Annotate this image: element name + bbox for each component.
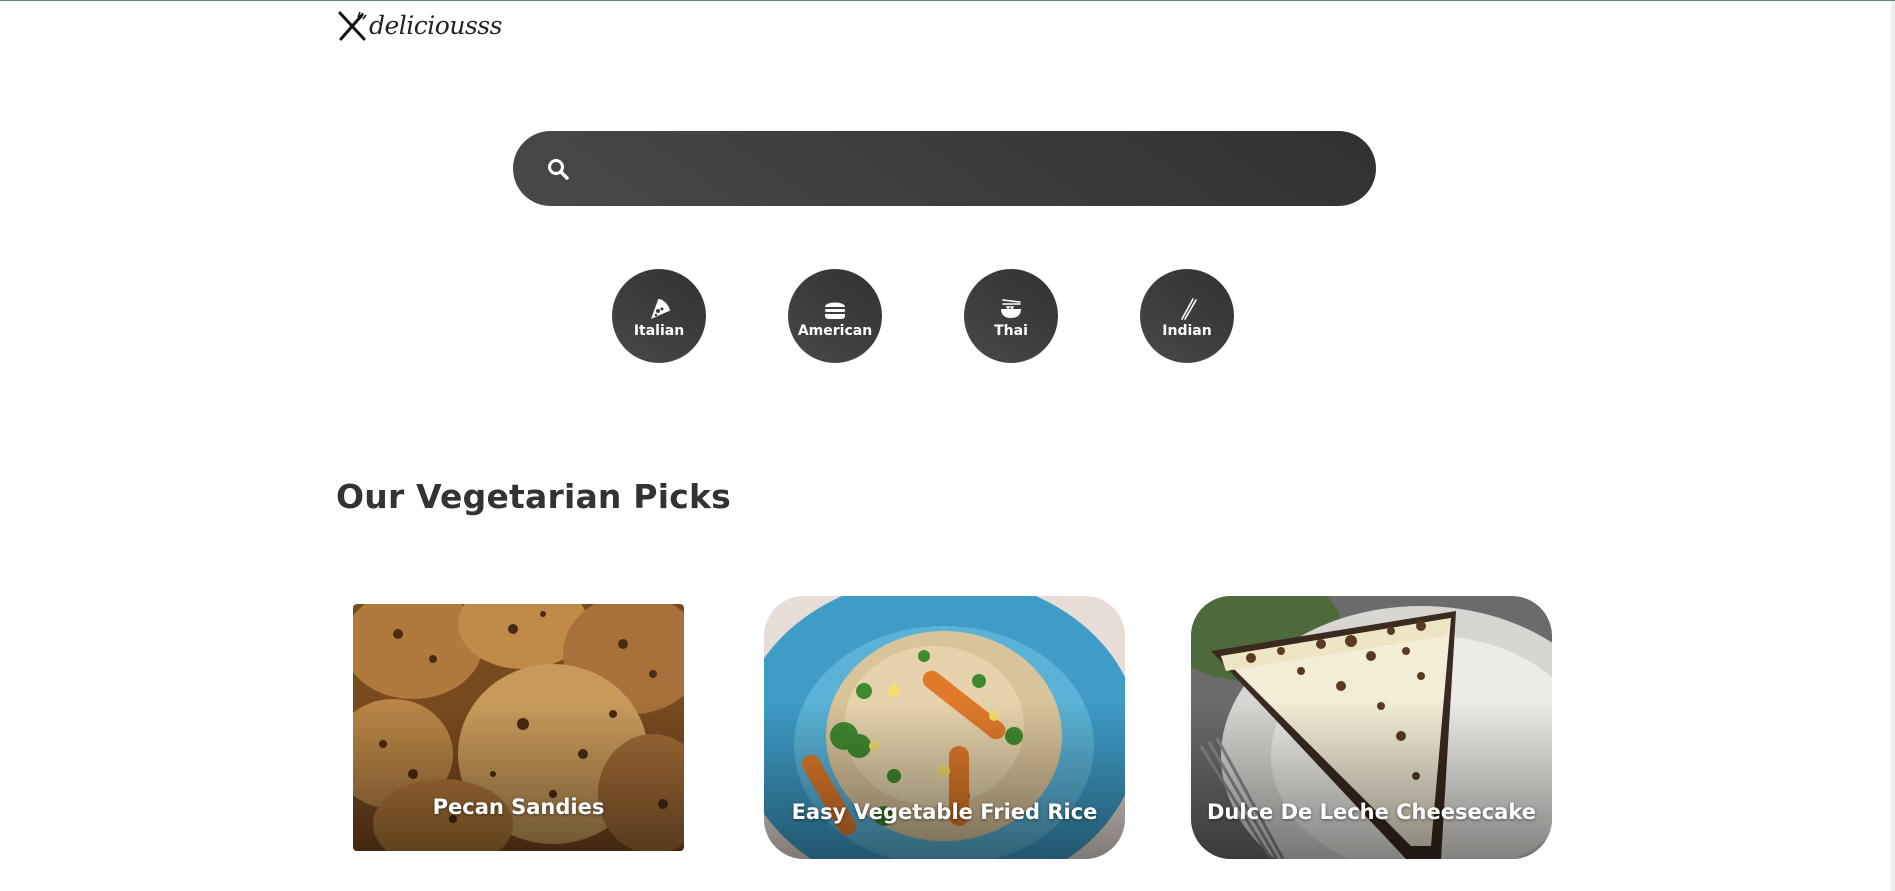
category-label: American (797, 323, 873, 339)
page: deliciousss Italian American Thai Indian… (0, 0, 1895, 891)
search-icon (548, 158, 569, 180)
recipe-title: Dulce De Leche Cheesecake (1207, 800, 1536, 824)
category-list: Italian American Thai Indian (612, 269, 1234, 363)
recipe-card[interactable]: Pecan Sandies (353, 604, 684, 851)
image-overlay (353, 702, 684, 851)
section-title: Our Vegetarian Picks (336, 477, 731, 516)
chopsticks-icon (1181, 298, 1197, 320)
logo-text: deliciousss (369, 11, 502, 40)
category-label: Italian (633, 323, 685, 339)
scrollbar[interactable] (1891, 1, 1895, 891)
logo-link[interactable]: deliciousss (336, 10, 502, 42)
pizza-icon (651, 298, 671, 319)
hamburger-icon (825, 302, 845, 319)
fork-knife-icon (338, 11, 367, 41)
category-indian[interactable]: Indian (1140, 269, 1234, 363)
category-italian[interactable]: Italian (612, 269, 706, 363)
category-label: Indian (1162, 323, 1212, 339)
recipe-card[interactable]: Easy Vegetable Fried Rice (764, 596, 1125, 859)
category-thai[interactable]: Thai (964, 269, 1058, 363)
search-input[interactable] (570, 131, 1376, 206)
image-overlay (764, 701, 1125, 859)
category-label: Thai (994, 323, 1028, 339)
recipe-title: Easy Vegetable Fried Rice (791, 800, 1098, 824)
category-american[interactable]: American (788, 269, 882, 363)
search-bar[interactable] (513, 131, 1376, 206)
noodle-bowl-icon (1001, 299, 1021, 318)
image-overlay (1191, 701, 1552, 859)
recipe-title: Pecan Sandies (432, 795, 605, 819)
recipe-card[interactable]: Dulce De Leche Cheesecake (1191, 596, 1552, 859)
